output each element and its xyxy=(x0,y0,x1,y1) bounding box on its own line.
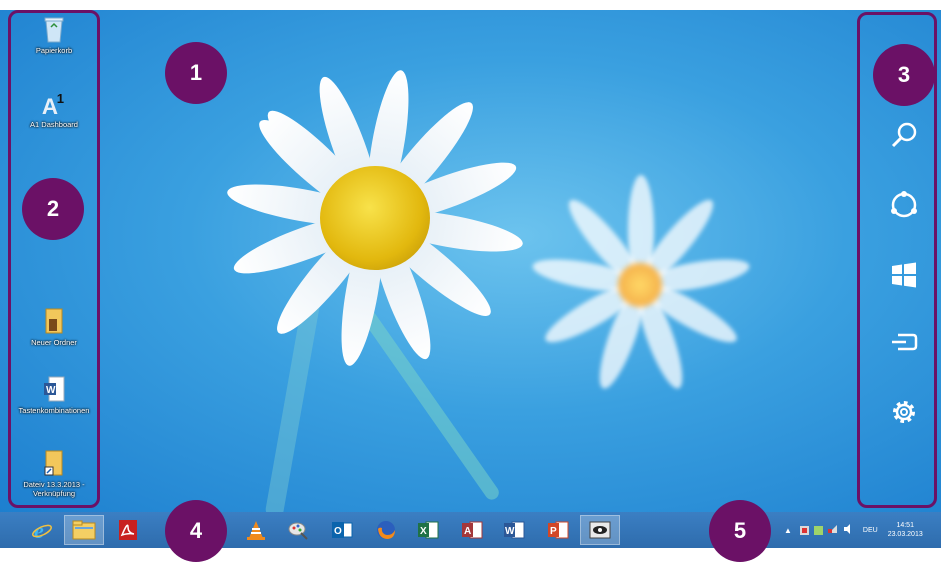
network-icon[interactable] xyxy=(827,524,838,536)
file-explorer-icon xyxy=(72,520,96,540)
annotation-box-desktop-icons xyxy=(8,10,100,508)
firefox-icon xyxy=(377,521,395,539)
settings-icon xyxy=(893,401,915,423)
svg-text:O: O xyxy=(334,526,342,537)
taskbar-access[interactable]: A xyxy=(452,515,492,545)
charm-search[interactable] xyxy=(884,115,924,155)
svg-text:X: X xyxy=(420,526,427,537)
show-hidden-icons-icon[interactable]: ▲ xyxy=(784,526,792,535)
taskbar-outlook[interactable]: O xyxy=(322,515,362,545)
taskbar-firefox[interactable] xyxy=(366,515,406,545)
clock[interactable]: 14:51 23.03.2013 xyxy=(888,521,923,539)
search-icon xyxy=(891,122,917,148)
adobe-reader-icon xyxy=(119,520,137,540)
paint-icon xyxy=(288,522,308,540)
network-adapter-icon[interactable] xyxy=(813,525,823,535)
input-language[interactable]: DEU xyxy=(863,527,878,534)
charm-share[interactable] xyxy=(884,185,924,225)
annotation-badge-2: 2 xyxy=(22,178,84,240)
vlc-icon xyxy=(247,521,265,540)
taskbar-excel[interactable]: X xyxy=(408,515,448,545)
clock-date: 23.03.2013 xyxy=(887,531,923,538)
system-tray: ▲ DEU 14:51 23.03.2013 xyxy=(784,512,923,548)
annotation-badge-3: 3 xyxy=(873,44,935,106)
powerpoint-icon: P xyxy=(548,521,569,539)
internet-explorer-icon: e xyxy=(32,519,52,541)
charm-settings[interactable] xyxy=(884,392,924,432)
viewer-icon xyxy=(589,521,611,539)
word-icon: W xyxy=(504,521,525,539)
flag-icon[interactable] xyxy=(799,525,809,535)
desktop-background xyxy=(0,10,941,512)
devices-icon xyxy=(892,333,918,351)
annotation-badge-1: 1 xyxy=(165,42,227,104)
clock-time: 14:51 xyxy=(896,521,914,529)
share-icon xyxy=(891,191,917,218)
taskbar-file-explorer[interactable] xyxy=(64,515,104,545)
taskbar-adobe-reader[interactable] xyxy=(108,515,148,545)
taskbar-paint[interactable] xyxy=(278,515,318,545)
volume-icon[interactable] xyxy=(843,524,853,536)
outlook-icon: O xyxy=(332,522,353,538)
svg-text:A: A xyxy=(464,526,471,537)
annotation-badge-5: 5 xyxy=(709,500,771,562)
access-icon: A xyxy=(462,521,483,539)
start-icon xyxy=(892,262,916,288)
svg-text:P: P xyxy=(550,526,557,537)
taskbar: e O X A W P ▲ DEU 14:51 23.03.2013 xyxy=(0,512,941,548)
taskbar-powerpoint[interactable]: P xyxy=(538,515,578,545)
taskbar-internet-explorer[interactable]: e xyxy=(22,515,62,545)
charm-devices[interactable] xyxy=(884,322,924,362)
taskbar-viewer[interactable] xyxy=(580,515,620,545)
annotation-badge-4: 4 xyxy=(165,500,227,562)
charm-start[interactable] xyxy=(884,255,924,295)
svg-text:W: W xyxy=(505,526,515,537)
taskbar-vlc[interactable] xyxy=(236,515,276,545)
excel-icon: X xyxy=(418,521,439,539)
taskbar-word[interactable]: W xyxy=(494,515,534,545)
